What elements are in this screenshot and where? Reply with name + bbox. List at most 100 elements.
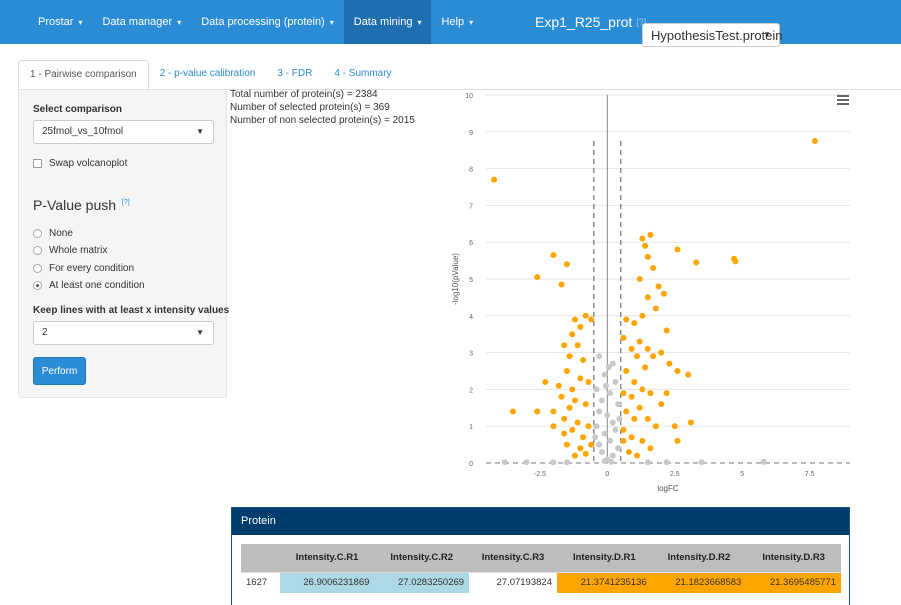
- radio-button[interactable]: [33, 246, 42, 255]
- column-header[interactable]: [241, 544, 280, 572]
- nav-data-manager[interactable]: Data manager ▾: [92, 0, 191, 44]
- chevron-down-icon: ▼: [196, 328, 204, 337]
- y-tick-label: 3: [469, 351, 473, 358]
- nav-help[interactable]: Help ▾: [431, 0, 483, 44]
- column-header[interactable]: Intensity.D.R1: [556, 544, 652, 572]
- protein-table: Intensity.C.R1 Intensity.C.R2 Intensity.…: [241, 544, 841, 593]
- non-selected-point: [609, 419, 616, 426]
- selected-point: [571, 316, 578, 323]
- swap-volcanoplot-checkbox[interactable]: [33, 159, 42, 168]
- selected-point: [636, 276, 643, 282]
- nav-data-mining[interactable]: Data mining ▾: [343, 0, 432, 44]
- radio-button[interactable]: [33, 229, 42, 238]
- help-icon[interactable]: [?]: [122, 199, 130, 206]
- perform-button[interactable]: Perform: [33, 357, 86, 385]
- step-tabs: 1 - Pairwise comparison 2 - p-value cali…: [18, 60, 403, 90]
- selected-point: [644, 253, 651, 260]
- selected-point: [639, 386, 646, 393]
- radio-label: For every condition: [49, 263, 135, 274]
- radio-at-least-one-condition[interactable]: At least one condition: [33, 280, 145, 291]
- tab-pairwise-comparison[interactable]: 1 - Pairwise comparison: [18, 60, 149, 90]
- y-tick-label: 8: [469, 167, 473, 174]
- selected-point: [588, 441, 595, 448]
- non-selected-point: [615, 401, 622, 408]
- selected-point: [563, 368, 570, 374]
- radio-whole-matrix[interactable]: Whole matrix: [33, 245, 107, 256]
- non-selected-point: [563, 459, 570, 466]
- selected-point: [732, 258, 739, 265]
- selected-point: [571, 397, 578, 404]
- selected-point: [563, 261, 570, 268]
- selected-point: [663, 327, 670, 334]
- table-row[interactable]: 1627 26.9006231869 27.0283250269 27.0719…: [241, 571, 841, 593]
- non-selected-point: [616, 415, 623, 422]
- selected-point: [658, 401, 665, 408]
- radio-button-selected[interactable]: [33, 281, 42, 290]
- selected-point: [561, 342, 568, 349]
- non-selected-point: [601, 371, 608, 378]
- selected-point: [555, 382, 562, 389]
- nav-data-processing[interactable]: Data processing (protein) ▾: [191, 0, 344, 44]
- tab-pvalue-calibration[interactable]: 2 - p-value calibration: [149, 60, 267, 90]
- selected-point: [558, 393, 565, 400]
- selected-point: [644, 415, 651, 422]
- comparison-select[interactable]: 25fmol_vs_10fmol ▼: [33, 120, 214, 144]
- selected-point: [644, 294, 651, 301]
- radio-label: At least one condition: [49, 280, 145, 291]
- radio-none[interactable]: None: [33, 228, 73, 239]
- table-cell: 27.0283250269: [374, 571, 470, 593]
- column-header[interactable]: Intensity.D.R3: [746, 544, 841, 572]
- radio-button[interactable]: [33, 264, 42, 273]
- selected-point: [580, 434, 587, 441]
- non-selected-point: [760, 458, 767, 465]
- selected-point: [642, 364, 649, 371]
- selected-point: [582, 312, 589, 319]
- nav-prostar[interactable]: Prostar ▾: [0, 0, 92, 44]
- non-selected-point: [601, 458, 608, 465]
- selected-point: [585, 379, 592, 386]
- table-header-row: Intensity.C.R1 Intensity.C.R2 Intensity.…: [241, 544, 841, 572]
- selected-point: [623, 368, 630, 374]
- selected-point: [582, 450, 589, 457]
- selected-point: [660, 290, 667, 297]
- chevron-down-icon: ▾: [329, 17, 334, 27]
- selected-point: [639, 437, 646, 444]
- selected-point: [652, 305, 659, 312]
- comparison-select-value: 25fmol_vs_10fmol: [42, 126, 124, 137]
- non-selected-point: [601, 430, 608, 437]
- column-header[interactable]: Intensity.C.R3: [469, 544, 557, 572]
- tab-fdr[interactable]: 3 - FDR: [266, 60, 323, 90]
- selected-point: [636, 338, 643, 345]
- selected-point: [633, 452, 640, 459]
- y-tick-label: 2: [469, 387, 473, 394]
- non-selected-point: [598, 397, 605, 404]
- x-tick-label: 7.5: [805, 471, 815, 478]
- dataset-object-select[interactable]: HypothesisTest.protein ▼: [642, 23, 783, 47]
- radio-every-condition[interactable]: For every condition: [33, 263, 134, 274]
- selected-point: [620, 390, 627, 397]
- chart-menu-icon[interactable]: [837, 95, 849, 107]
- column-header[interactable]: Intensity.D.R2: [651, 544, 747, 572]
- selected-point: [631, 415, 638, 422]
- swap-volcanoplot-row[interactable]: Swap volcanoplot: [33, 158, 127, 169]
- selected-point: [644, 345, 651, 352]
- non-selected-point: [592, 434, 599, 441]
- selected-point: [674, 368, 681, 374]
- y-tick-label: 6: [469, 240, 473, 247]
- non-selected-point: [596, 353, 603, 360]
- y-axis-title: -log10(pValue): [451, 253, 460, 305]
- selected-point: [509, 408, 516, 415]
- column-header[interactable]: Intensity.C.R2: [374, 544, 470, 572]
- tab-summary[interactable]: 4 - Summary: [323, 60, 402, 90]
- selected-point: [636, 404, 643, 411]
- selection-stats: Total number of protein(s) = 2384 Number…: [230, 88, 415, 127]
- volcano-plot[interactable]: 0 1 2 3 4 5 6 7 8 9 10 -2.5 0 2.5 5 7.5 logFC -log10(pVal…: [440, 88, 860, 500]
- column-header[interactable]: Intensity.C.R1: [279, 544, 375, 572]
- table-cell: 27.07193824: [469, 571, 557, 593]
- selected-point: [633, 353, 640, 360]
- non-selected-point: [605, 364, 612, 371]
- y-tick-label: 9: [469, 130, 473, 137]
- selected-point: [561, 430, 568, 437]
- keep-lines-select[interactable]: 2 ▼: [33, 321, 214, 345]
- selected-point: [580, 356, 587, 363]
